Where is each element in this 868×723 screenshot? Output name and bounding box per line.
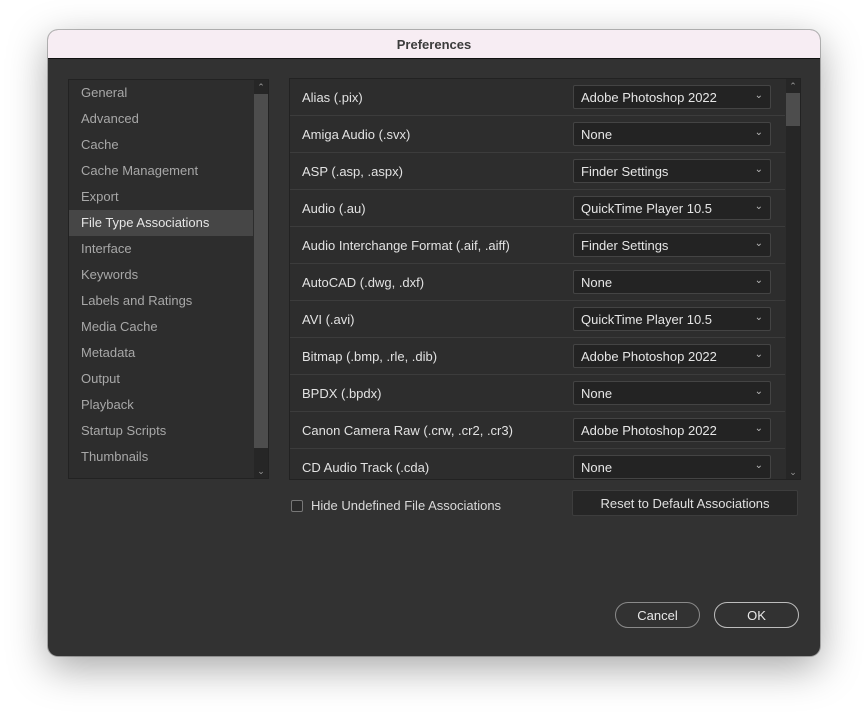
application-dropdown[interactable]: None ⌄: [573, 455, 771, 479]
preferences-window: Preferences General Advanced Cache Cache Ma…: [48, 30, 820, 656]
chevron-down-icon: ⌄: [754, 90, 763, 101]
file-type-label: Canon Camera Raw (.crw, .cr2, .cr3): [302, 422, 513, 438]
category-item[interactable]: Startup Scripts: [69, 418, 253, 444]
category-item[interactable]: Thumbnails: [69, 444, 253, 470]
title-bar[interactable]: Preferences: [48, 30, 820, 59]
file-type-label: Alias (.pix): [302, 89, 363, 105]
dropdown-value: QuickTime Player 10.5: [581, 200, 713, 216]
association-row: Alias (.pix) Adobe Photoshop 2022 ⌄: [290, 79, 785, 116]
scrollbar-thumb[interactable]: [786, 93, 800, 126]
category-item[interactable]: Export: [69, 184, 253, 210]
category-scrollbar[interactable]: ⌃ ⌄: [254, 80, 268, 478]
window-title: Preferences: [396, 36, 472, 52]
file-type-label: AVI (.avi): [302, 311, 355, 327]
checkbox-box[interactable]: [291, 499, 303, 512]
application-dropdown[interactable]: None ⌄: [573, 122, 771, 146]
category-item[interactable]: Advanced: [69, 106, 253, 132]
file-type-label: CD Audio Track (.cda): [302, 459, 430, 475]
chevron-down-icon: ⌄: [754, 349, 763, 360]
dropdown-value: None: [581, 459, 613, 475]
category-item[interactable]: Output: [69, 366, 253, 392]
chevron-down-icon: ⌄: [754, 423, 763, 434]
file-type-label: AutoCAD (.dwg, .dxf): [302, 274, 425, 290]
scroll-down-icon[interactable]: ⌄: [254, 464, 268, 478]
application-dropdown[interactable]: None ⌄: [573, 381, 771, 405]
dropdown-value: Finder Settings: [581, 237, 669, 253]
dropdown-value: None: [581, 385, 613, 401]
dropdown-value: None: [581, 274, 613, 290]
association-row: CD Audio Track (.cda) None ⌄: [290, 449, 785, 479]
scrollbar-thumb[interactable]: [254, 94, 268, 448]
category-item[interactable]: Labels and Ratings: [69, 288, 253, 314]
file-type-label: ASP (.asp, .aspx): [302, 163, 403, 179]
dropdown-value: Adobe Photoshop 2022: [581, 422, 717, 438]
application-dropdown[interactable]: Adobe Photoshop 2022 ⌄: [573, 85, 771, 109]
application-dropdown[interactable]: None ⌄: [573, 270, 771, 294]
association-row: Amiga Audio (.svx) None ⌄: [290, 116, 785, 153]
hide-undefined-label: Hide Undefined File Associations: [311, 498, 502, 513]
category-list-panel: General Advanced Cache Cache Management Expo…: [68, 79, 269, 479]
application-dropdown[interactable]: Finder Settings ⌄: [573, 233, 771, 257]
reset-default-associations-button[interactable]: Reset to Default Associations: [572, 490, 798, 516]
application-dropdown[interactable]: Adobe Photoshop 2022 ⌄: [573, 344, 771, 368]
category-item[interactable]: Cache Management: [69, 158, 253, 184]
chevron-down-icon: ⌄: [754, 127, 763, 138]
file-type-label: Audio Interchange Format (.aif, .aiff): [302, 237, 510, 253]
chevron-down-icon: ⌄: [754, 201, 763, 212]
application-dropdown[interactable]: Finder Settings ⌄: [573, 159, 771, 183]
associations-scrollbar[interactable]: ⌃ ⌄: [786, 79, 800, 479]
application-dropdown[interactable]: Adobe Photoshop 2022 ⌄: [573, 418, 771, 442]
dropdown-value: Adobe Photoshop 2022: [581, 348, 717, 364]
chevron-down-icon: ⌄: [754, 312, 763, 323]
file-type-label: Amiga Audio (.svx): [302, 126, 411, 142]
cancel-button[interactable]: Cancel: [615, 602, 700, 628]
ok-button[interactable]: OK: [714, 602, 799, 628]
dropdown-value: Adobe Photoshop 2022: [581, 89, 717, 105]
hide-undefined-checkbox[interactable]: Hide Undefined File Associations: [291, 498, 501, 513]
association-rows: Alias (.pix) Adobe Photoshop 2022 ⌄ Amiga A…: [290, 79, 785, 479]
category-item[interactable]: Keywords: [69, 262, 253, 288]
scroll-up-icon[interactable]: ⌃: [254, 80, 268, 94]
chevron-down-icon: ⌄: [754, 275, 763, 286]
category-item[interactable]: Playback: [69, 392, 253, 418]
association-row: AVI (.avi) QuickTime Player 10.5 ⌄: [290, 301, 785, 338]
file-type-label: Bitmap (.bmp, .rle, .dib): [302, 348, 438, 364]
category-item[interactable]: Cache: [69, 132, 253, 158]
category-item[interactable]: Interface: [69, 236, 253, 262]
dropdown-value: Finder Settings: [581, 163, 669, 179]
file-type-label: Audio (.au): [302, 200, 366, 216]
scroll-up-icon[interactable]: ⌃: [786, 79, 800, 93]
association-row: BPDX (.bpdx) None ⌄: [290, 375, 785, 412]
association-row: Audio Interchange Format (.aif, .aiff) Fi…: [290, 227, 785, 264]
chevron-down-icon: ⌄: [754, 386, 763, 397]
dropdown-value: None: [581, 126, 613, 142]
association-row: Canon Camera Raw (.crw, .cr2, .cr3) Adobe…: [290, 412, 785, 449]
association-row: Bitmap (.bmp, .rle, .dib) Adobe Photoshop…: [290, 338, 785, 375]
chevron-down-icon: ⌄: [754, 164, 763, 175]
association-row: ASP (.asp, .aspx) Finder Settings ⌄: [290, 153, 785, 190]
dropdown-value: QuickTime Player 10.5: [581, 311, 713, 327]
application-dropdown[interactable]: QuickTime Player 10.5 ⌄: [573, 307, 771, 331]
chevron-down-icon: ⌄: [754, 460, 763, 471]
category-item[interactable]: Media Cache: [69, 314, 253, 340]
association-row: Audio (.au) QuickTime Player 10.5 ⌄: [290, 190, 785, 227]
application-dropdown[interactable]: QuickTime Player 10.5 ⌄: [573, 196, 771, 220]
file-type-associations-table: Alias (.pix) Adobe Photoshop 2022 ⌄ Amiga A…: [289, 78, 801, 480]
association-row: AutoCAD (.dwg, .dxf) None ⌄: [290, 264, 785, 301]
category-item[interactable]: Metadata: [69, 340, 253, 366]
category-item[interactable]: General: [69, 80, 253, 106]
scroll-down-icon[interactable]: ⌄: [786, 465, 800, 479]
category-item[interactable]: File Type Associations: [69, 210, 253, 236]
chevron-down-icon: ⌄: [754, 238, 763, 249]
category-list: General Advanced Cache Cache Management Expo…: [69, 80, 253, 478]
file-type-label: BPDX (.bpdx): [302, 385, 382, 401]
